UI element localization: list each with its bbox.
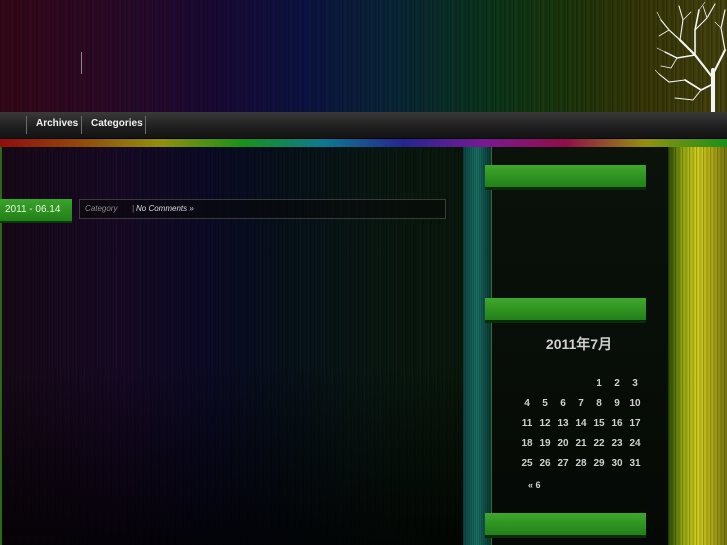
calendar-day: 3 [632, 377, 638, 389]
calendar-day: 20 [557, 437, 569, 449]
calendar-day: 11 [521, 417, 533, 429]
calendar-day: 18 [521, 437, 533, 449]
calendar-day: 2 [614, 377, 620, 389]
decorative-stripe-right [668, 147, 727, 545]
calendar-day: 23 [611, 437, 623, 449]
post-comments-link[interactable]: No Comments » [136, 200, 194, 218]
sidebar-widget-title [485, 165, 646, 187]
calendar-day: 15 [593, 417, 605, 429]
calendar-day: 31 [629, 457, 641, 469]
rainbow-divider [0, 139, 727, 147]
decorative-stripe-left [463, 147, 491, 545]
calendar-day: 27 [557, 457, 569, 469]
calendar-day: 24 [629, 437, 641, 449]
calendar-day: 5 [542, 397, 548, 409]
calendar-day: 17 [629, 417, 641, 429]
post-category-label[interactable]: Category [85, 200, 117, 218]
post-meta: Category | No Comments » [79, 199, 446, 219]
calendar-day: 6 [560, 397, 566, 409]
nav-archives-link[interactable]: Archives [26, 116, 78, 134]
site-header [0, 0, 727, 112]
calendar-day: 26 [539, 457, 551, 469]
calendar-day: 14 [575, 417, 587, 429]
calendar-day [518, 373, 536, 393]
calendar-week: 25 26 27 28 29 30 31 [518, 453, 644, 473]
calendar-day: 4 [524, 397, 530, 409]
calendar-widget-title [485, 298, 646, 320]
calendar-day [572, 373, 590, 393]
post-meta-separator: | [132, 204, 135, 213]
calendar-day [536, 373, 554, 393]
calendar-day: 9 [614, 397, 620, 409]
calendar-day: 16 [611, 417, 623, 429]
calendar-day: 28 [575, 457, 587, 469]
calendar-day: 19 [539, 437, 551, 449]
calendar-day: 7 [578, 397, 584, 409]
header-divider [81, 52, 82, 74]
nav-divider [145, 116, 146, 134]
calendar-day: 25 [521, 457, 533, 469]
calendar-week: 4 5 6 7 8 9 10 [518, 393, 644, 413]
tree-icon [655, 1, 726, 112]
calendar-day: 21 [575, 437, 587, 449]
calendar-day: 10 [629, 397, 641, 409]
calendar-week: 11 12 13 14 15 16 17 [518, 413, 644, 433]
post-date-badge: 2011 - 06.14 [0, 199, 72, 221]
calendar-day: 8 [596, 397, 602, 409]
calendar-caption: 2011年7月 [545, 336, 613, 352]
calendar-week: 18 19 20 21 22 23 24 [518, 433, 644, 453]
calendar-grid: 1 2 3 4 5 6 7 8 9 10 11 12 13 14 15 16 1… [518, 373, 644, 473]
nav-categories-link[interactable]: Categories [81, 116, 143, 134]
calendar-day: 29 [593, 457, 605, 469]
calendar-week: 1 2 3 [518, 373, 644, 393]
calendar-day: 30 [611, 457, 623, 469]
calendar-day: 13 [557, 417, 569, 429]
calendar-prev-month-link[interactable]: « 6 [528, 480, 541, 490]
calendar-day: 1 [596, 377, 602, 389]
sidebar-widget-title-bottom [485, 513, 646, 535]
calendar-day: 12 [539, 417, 551, 429]
calendar-day [554, 373, 572, 393]
main-navigation: Archives Categories [0, 112, 727, 139]
calendar-day: 22 [593, 437, 605, 449]
